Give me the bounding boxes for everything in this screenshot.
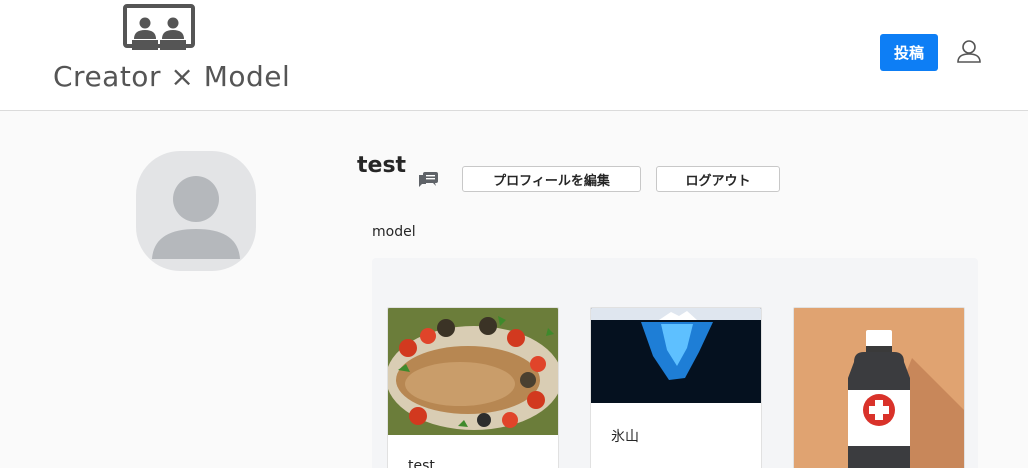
user-icon[interactable] (956, 38, 982, 64)
default-avatar-icon (152, 176, 240, 259)
seafood-dish-image (388, 308, 558, 435)
iceberg-image (591, 308, 761, 403)
medicine-bottle-image (794, 308, 964, 468)
profile-username: test (357, 153, 407, 178)
post-button[interactable]: 投稿 (880, 34, 938, 71)
profile-role: model (372, 224, 416, 240)
logo-icon (123, 4, 195, 50)
post-card[interactable]: 氷山 (590, 307, 762, 468)
post-card[interactable] (793, 307, 965, 468)
logo-text: Creator × Model (53, 60, 291, 93)
post-caption: test (408, 458, 435, 468)
edit-profile-button[interactable]: プロフィールを編集 (462, 166, 641, 192)
post-card[interactable]: test (387, 307, 559, 468)
logo[interactable]: Creator × Model (53, 4, 290, 94)
avatar (136, 151, 256, 271)
chat-icon[interactable] (416, 170, 440, 194)
logout-button[interactable]: ログアウト (656, 166, 780, 192)
post-caption: 氷山 (611, 429, 639, 445)
top-header: Creator × Model 投稿 (0, 0, 1028, 111)
